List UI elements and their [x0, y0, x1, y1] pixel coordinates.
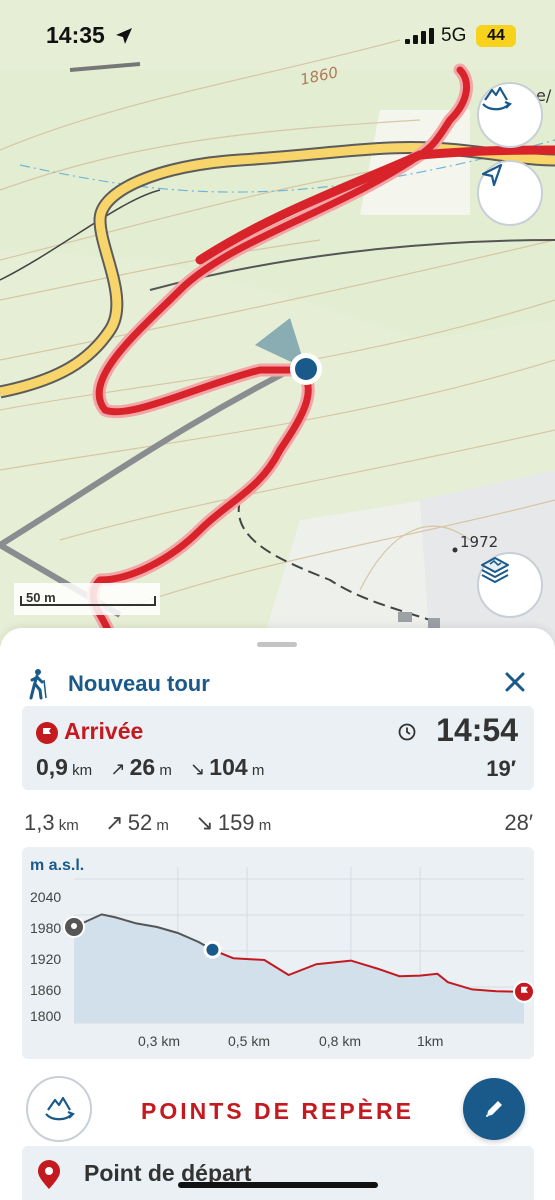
ascent-arrow-icon: ↗	[110, 759, 126, 779]
locate-me-button[interactable]	[477, 160, 543, 226]
3d-mountain-icon	[482, 86, 512, 111]
status-bar: 14:35 5G 44	[0, 0, 555, 70]
3d-view-button[interactable]	[477, 82, 543, 148]
arrival-distance-unit: km	[72, 762, 93, 779]
close-icon[interactable]	[501, 668, 529, 696]
layers-icon	[481, 557, 509, 583]
map-scale-bar: 50 m	[14, 583, 160, 615]
arrival-label: Arrivée	[64, 718, 144, 744]
elevation-chart	[63, 867, 534, 1024]
total-distance: 1,3	[24, 810, 55, 835]
arrival-duration: 19′	[486, 756, 516, 781]
total-ascent: 52	[127, 810, 153, 835]
map-layers-button[interactable]	[477, 552, 543, 618]
cellular-signal-icon	[405, 28, 434, 44]
network-type: 5G	[441, 25, 467, 46]
total-descent: 159	[217, 810, 255, 835]
descent-arrow-icon: ↘	[190, 759, 206, 779]
map-canvas	[0, 39, 555, 650]
total-descent-unit: m	[258, 817, 272, 834]
hiker-icon	[29, 669, 47, 700]
clock-icon	[398, 723, 416, 741]
arrival-descent-unit: m	[251, 762, 265, 779]
edit-tour-button[interactable]	[463, 1078, 525, 1140]
home-indicator[interactable]	[178, 1182, 378, 1188]
finish-flag-icon	[36, 722, 58, 744]
arrival-descent: 104	[209, 754, 248, 780]
total-duration: 28′	[504, 810, 533, 835]
arrival-time: 14:54	[436, 712, 518, 748]
arrival-card[interactable]: Arrivée 0,9 km ↗ 26 m ↘ 104 m 14:54 19′	[22, 706, 534, 790]
total-stats: 1,3 km ↗ 52 m ↘ 159 m	[24, 810, 271, 836]
waypoint-start-card[interactable]: Point de départ	[22, 1146, 534, 1200]
total-ascent-icon: ↗	[105, 810, 124, 835]
battery-indicator: 44	[476, 25, 516, 47]
waypoints-bar: POINTS DE REPÈRE	[0, 1068, 555, 1142]
tour-title: Nouveau tour	[68, 671, 210, 696]
total-distance-unit: km	[58, 817, 79, 834]
map-pin-icon	[38, 1160, 60, 1189]
arrival-stats: 0,9 km ↗ 26 m ↘ 104 m	[36, 754, 264, 781]
tour-header: Nouveau tour	[22, 668, 533, 702]
start-point-marker-dot	[71, 923, 77, 929]
total-ascent-unit: m	[156, 817, 169, 834]
location-arrow-icon	[481, 163, 503, 187]
total-descent-icon: ↘	[195, 810, 214, 835]
arrival-distance: 0,9	[36, 754, 68, 780]
location-services-icon	[116, 28, 132, 44]
elevation-profile[interactable]: m a.s.l. 2040 1980 1920 1860 1800 0,3 km…	[22, 847, 534, 1059]
peak-elevation-label: 1972	[460, 533, 499, 551]
current-position-marker	[206, 943, 219, 956]
arrival-ascent-unit: m	[159, 762, 172, 779]
arrival-ascent: 26	[129, 754, 156, 780]
elevation-area	[74, 914, 524, 1023]
scale-line	[20, 596, 156, 606]
status-time: 14:35	[46, 22, 105, 48]
pencil-icon	[486, 1101, 502, 1117]
map-view[interactable]: 1860 1972 e/ 50 m	[0, 0, 555, 650]
tour-bottom-sheet[interactable]: Nouveau tour Arrivée 0,9 km ↗ 26 m ↘ 104…	[0, 628, 555, 1200]
sheet-grabber[interactable]	[257, 642, 297, 647]
